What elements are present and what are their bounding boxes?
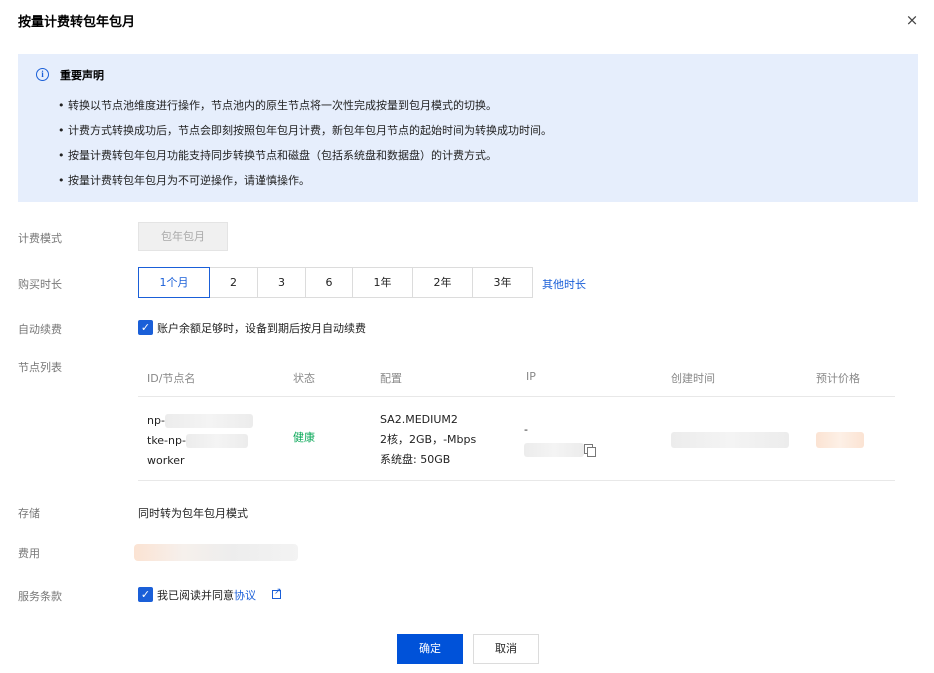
- ip-cell: -: [524, 420, 584, 460]
- copy-icon[interactable]: [584, 444, 596, 457]
- column-header-config: 配置: [380, 372, 402, 385]
- header-divider: [138, 396, 895, 397]
- agreement-link[interactable]: 协议: [234, 589, 256, 602]
- duration-option-6[interactable]: 6: [305, 267, 353, 298]
- node-list-label: 节点列表: [18, 361, 62, 374]
- terms-label: 服务条款: [18, 590, 62, 603]
- config-instance-type: SA2.MEDIUM2: [380, 413, 458, 426]
- notice-item: 按量计费转包年包月功能支持同步转换节点和磁盘（包括系统盘和数据盘）的计费方式。: [58, 149, 552, 174]
- close-icon[interactable]: ×: [904, 12, 920, 28]
- ip-dash: -: [524, 423, 528, 436]
- created-time-cell: [671, 430, 789, 450]
- redacted-node-name: [185, 434, 248, 448]
- auto-renew-label: 自动续费: [18, 323, 62, 336]
- column-header-id: ID/节点名: [147, 372, 196, 385]
- duration-selector: 1个月 2 3 6 1年 2年 3年: [138, 267, 533, 298]
- redacted-node-id: [164, 414, 253, 428]
- node-name-suffix: worker: [147, 454, 185, 467]
- auto-renew-checkbox[interactable]: ✓: [138, 320, 153, 335]
- config-cell: SA2.MEDIUM2 2核，2GB，-Mbps 系统盘: 50GB: [380, 410, 476, 470]
- config-disk: 系统盘: 50GB: [380, 453, 451, 466]
- duration-option-3-year[interactable]: 3年: [472, 267, 533, 298]
- confirm-button[interactable]: 确定: [397, 634, 463, 664]
- auto-renew-text: 账户余额足够时，设备到期后按月自动续费: [157, 322, 366, 335]
- duration-option-1-year[interactable]: 1年: [352, 267, 413, 298]
- other-duration-link[interactable]: 其他时长: [542, 276, 586, 292]
- duration-option-2-year[interactable]: 2年: [412, 267, 473, 298]
- node-table: ID/节点名 状态 配置 IP 创建时间 预计价格 np- tke-np- wo…: [138, 360, 895, 481]
- column-header-price: 预计价格: [816, 372, 860, 385]
- node-name-prefix: tke-np-: [147, 434, 186, 447]
- storage-label: 存储: [18, 507, 40, 520]
- check-icon: ✓: [140, 588, 151, 601]
- price-cell: [816, 430, 864, 450]
- notice-item: 计费方式转换成功后，节点会即刻按照包年包月计费，新包年包月节点的起始时间为转换成…: [58, 124, 552, 149]
- terms-text: 我已阅读并同意协议: [157, 587, 256, 603]
- terms-text-label: 我已阅读并同意: [157, 589, 234, 602]
- redacted-cost: [134, 544, 298, 561]
- external-link-icon[interactable]: [272, 587, 282, 599]
- redacted-created-time: [671, 432, 789, 448]
- duration-option-3[interactable]: 3: [257, 267, 306, 298]
- info-icon: i: [36, 68, 49, 81]
- redacted-price: [816, 432, 864, 448]
- node-id-prefix: np-: [147, 414, 165, 427]
- row-divider: [138, 480, 895, 481]
- billing-mode-button: 包年包月: [138, 222, 228, 251]
- duration-option-2[interactable]: 2: [209, 267, 258, 298]
- status-badge: 健康: [293, 431, 315, 444]
- storage-value: 同时转为包年包月模式: [138, 507, 248, 520]
- config-spec: 2核，2GB，-Mbps: [380, 433, 477, 446]
- notice-title: 重要声明: [60, 69, 104, 82]
- terms-checkbox[interactable]: ✓: [138, 587, 153, 602]
- column-header-created: 创建时间: [671, 372, 715, 385]
- duration-option-1-month[interactable]: 1个月: [138, 267, 210, 298]
- column-header-status: 状态: [293, 372, 315, 385]
- column-header-ip: IP: [526, 370, 536, 383]
- notice-list: 转换以节点池维度进行操作，节点池内的原生节点将一次性完成按量到包月模式的切换。 …: [58, 99, 552, 199]
- dialog-title: 按量计费转包年包月: [18, 15, 136, 30]
- billing-mode-label: 计费模式: [18, 232, 62, 245]
- duration-label: 购买时长: [18, 278, 62, 291]
- cancel-button[interactable]: 取消: [473, 634, 539, 664]
- important-notice: i 重要声明 转换以节点池维度进行操作，节点池内的原生节点将一次性完成按量到包月…: [18, 54, 918, 202]
- notice-item: 按量计费转包年包月为不可逆操作，请谨慎操作。: [58, 174, 552, 199]
- notice-item: 转换以节点池维度进行操作，节点池内的原生节点将一次性完成按量到包月模式的切换。: [58, 99, 552, 124]
- cost-label: 费用: [18, 547, 40, 560]
- check-icon: ✓: [140, 321, 151, 334]
- redacted-ip: [524, 443, 584, 457]
- node-id-cell: np- tke-np- worker: [147, 411, 253, 471]
